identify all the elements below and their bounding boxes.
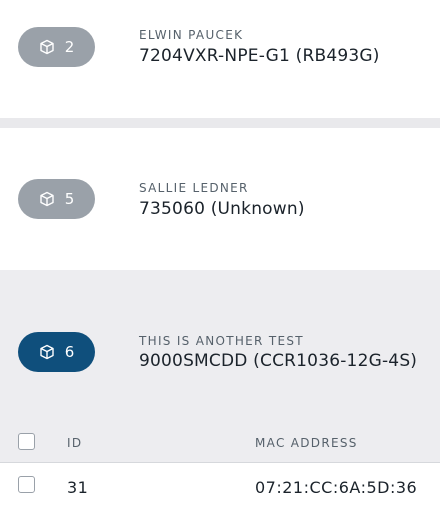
owner-name: SALLIE LEDNER: [139, 181, 249, 195]
column-header-id[interactable]: ID: [67, 436, 82, 450]
device-model: 7204VXR-NPE-G1 (RB493G): [139, 46, 380, 66]
select-all-checkbox[interactable]: [18, 433, 35, 450]
device-group-row[interactable]: 5 SALLIE LEDNER 735060 (Unknown): [0, 128, 440, 270]
device-count-badge[interactable]: 6: [18, 332, 95, 372]
device-group-row-expanded[interactable]: 6 THIS IS ANOTHER TEST 9000SMCDD (CCR103…: [0, 270, 440, 424]
device-count-badge[interactable]: 2: [18, 27, 95, 67]
box-icon: [39, 344, 55, 360]
owner-name: ELWIN PAUCEK: [139, 28, 244, 42]
table-row[interactable]: 31 07:21:CC:6A:5D:36: [0, 463, 440, 518]
table-header: ID MAC ADDRESS: [0, 424, 440, 463]
device-group-row[interactable]: 2 ELWIN PAUCEK 7204VXR-NPE-G1 (RB493G): [0, 0, 440, 118]
device-count: 5: [64, 190, 75, 208]
owner-name: THIS IS ANOTHER TEST: [139, 334, 304, 348]
box-icon: [39, 39, 55, 55]
device-model: 735060 (Unknown): [139, 199, 305, 219]
row-checkbox[interactable]: [18, 476, 35, 493]
box-icon: [39, 191, 55, 207]
device-count-badge[interactable]: 5: [18, 179, 95, 219]
column-header-mac-address[interactable]: MAC ADDRESS: [255, 436, 358, 450]
row-mac-address: 07:21:CC:6A:5D:36: [255, 478, 418, 497]
divider: [0, 118, 440, 128]
row-id: 31: [67, 478, 89, 497]
device-count: 2: [64, 38, 75, 56]
device-model: 9000SMCDD (CCR1036-12G-4S): [139, 351, 418, 371]
device-count: 6: [64, 343, 75, 361]
